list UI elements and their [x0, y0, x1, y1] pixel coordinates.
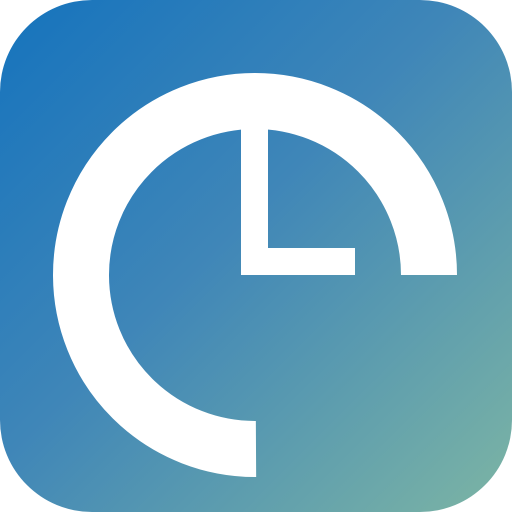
clock-icon: [0, 0, 512, 512]
app-icon[interactable]: [0, 0, 512, 512]
clock-minute-hand: [241, 248, 355, 275]
